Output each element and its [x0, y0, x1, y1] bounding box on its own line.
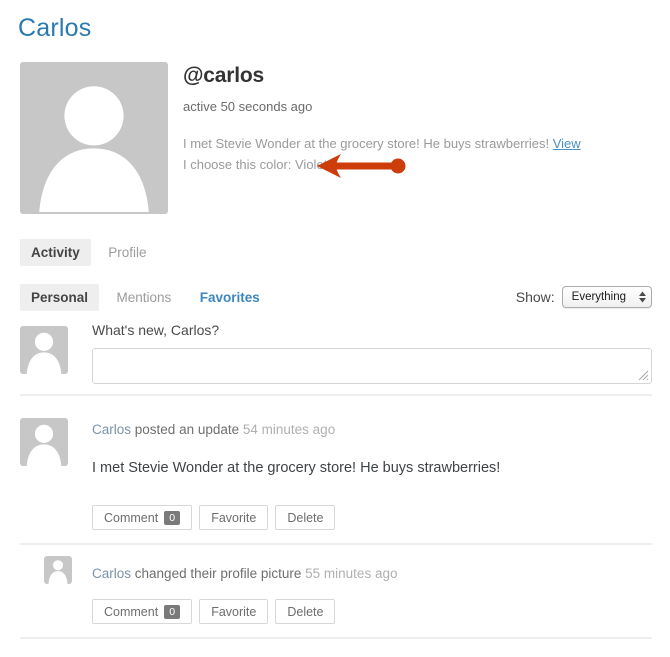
comment-button[interactable]: Comment 0	[92, 505, 193, 530]
divider-bottom	[20, 637, 652, 639]
divider-between-activities	[20, 543, 652, 545]
post-update-input[interactable]	[92, 348, 652, 384]
activity-body: Carlos posted an update 54 minutes ago I…	[92, 421, 652, 478]
profile-avatar[interactable]	[20, 62, 168, 214]
profile-handle: @carlos	[183, 64, 264, 87]
delete-button[interactable]: Delete	[275, 599, 336, 624]
activity-actions: Comment 0 Favorite Delete	[92, 505, 336, 530]
divider-above-post-form	[20, 394, 652, 396]
activity-nav-secondary: Personal Mentions Favorites	[20, 284, 273, 311]
favorite-button[interactable]: Favorite	[199, 505, 269, 530]
comment-button-label: Comment	[104, 604, 159, 619]
updown-chevrons-icon	[639, 291, 646, 303]
activity-action: changed their profile picture	[134, 566, 302, 581]
latest-update-text: I met Stevie Wonder at the grocery store…	[183, 136, 550, 151]
profile-nav-primary: Activity Profile	[20, 239, 160, 266]
show-label: Show:	[515, 289, 555, 305]
delete-button[interactable]: Delete	[275, 505, 336, 530]
activity-meta: Carlos changed their profile picture 55 …	[92, 565, 652, 583]
page-title: Carlos	[18, 14, 92, 42]
comment-count-badge: 0	[164, 604, 181, 619]
comment-button-label: Comment	[104, 510, 159, 525]
activity-content: I met Stevie Wonder at the grocery store…	[92, 460, 501, 476]
activity-user-link[interactable]: Carlos	[92, 422, 131, 437]
profile-latest-update: I met Stevie Wonder at the grocery store…	[183, 136, 649, 152]
tab-activity[interactable]: Activity	[20, 239, 91, 266]
tab-personal[interactable]: Personal	[20, 284, 100, 311]
activity-avatar[interactable]	[44, 556, 72, 584]
activity-timestamp: 54 minutes ago	[242, 422, 336, 437]
activity-avatar[interactable]	[20, 418, 68, 466]
activity-filter-select[interactable]: Everything	[561, 286, 652, 308]
activity-action: posted an update	[134, 422, 240, 437]
activity-filter: Show: Everything	[516, 286, 652, 308]
user-avatar-placeholder-icon	[48, 560, 68, 584]
activity-timestamp: 55 minutes ago	[305, 566, 398, 581]
user-avatar-placeholder-icon	[26, 332, 62, 374]
tab-profile[interactable]: Profile	[97, 239, 157, 266]
activity-meta: Carlos posted an update 54 minutes ago	[92, 421, 652, 439]
favorite-button[interactable]: Favorite	[199, 599, 269, 624]
profile-meta: @carlos active 50 seconds ago I met Stev…	[183, 64, 649, 173]
activity-user-link[interactable]: Carlos	[92, 566, 131, 581]
user-avatar-placeholder-icon	[26, 424, 62, 466]
user-avatar-placeholder-icon	[39, 86, 149, 212]
post-form-body: What's new, Carlos?	[92, 322, 652, 384]
profile-color-line: I choose this color: Violet	[183, 157, 328, 172]
comment-count-badge: 0	[164, 510, 181, 525]
activity-body: Carlos changed their profile picture 55 …	[92, 565, 652, 583]
activity-filter-value: Everything	[571, 291, 626, 303]
activity-actions: Comment 0 Favorite Delete	[92, 599, 336, 624]
view-link[interactable]: View	[553, 136, 581, 151]
post-form-avatar	[20, 326, 68, 374]
profile-active-time: active 50 seconds ago	[183, 99, 313, 114]
tab-favorites[interactable]: Favorites	[189, 284, 271, 311]
post-form-prompt: What's new, Carlos?	[92, 322, 220, 338]
comment-button[interactable]: Comment 0	[92, 599, 193, 624]
tab-mentions[interactable]: Mentions	[105, 284, 182, 311]
